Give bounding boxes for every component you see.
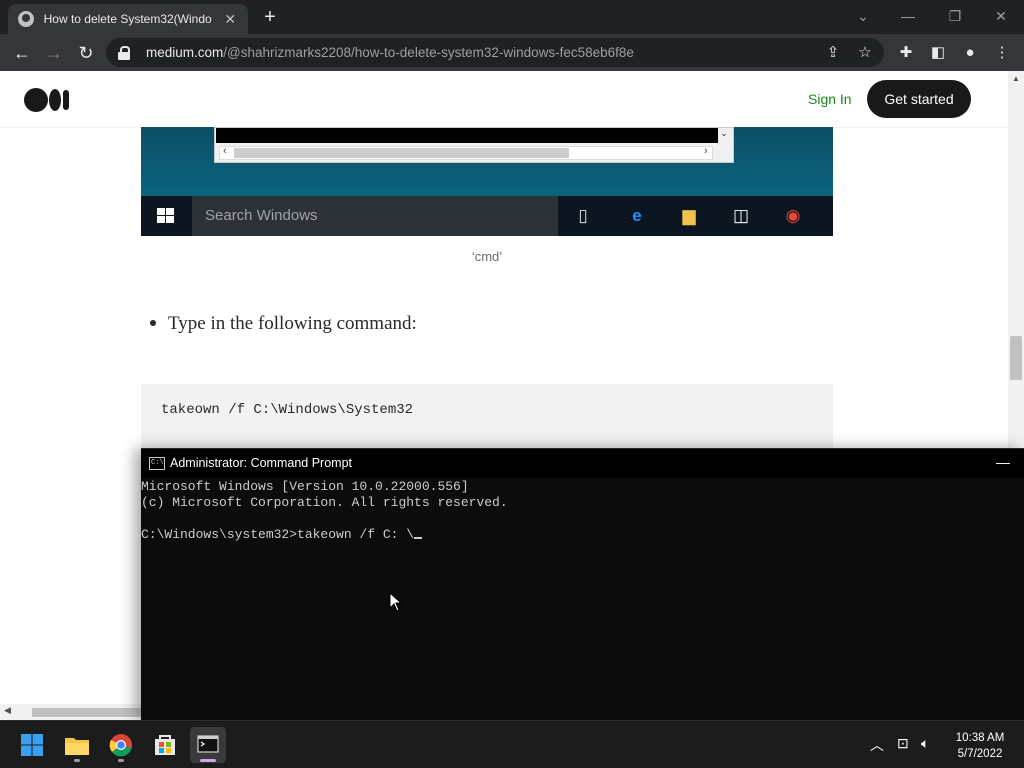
tab-close-icon[interactable]: ✕ [222,11,238,28]
url-text: medium.com/@shahrizmarks2208/how-to-dele… [146,45,634,60]
edge-icon: e [632,206,642,225]
share-icon[interactable]: ⇪ [824,44,842,62]
cmd-input-line[interactable]: C:\Windows\system32>takeown /f C: \ [141,527,1024,543]
image-search-box: Search Windows [192,196,558,236]
windows-taskbar: ︿ ⊡ 🔈︎ 10:38 AM 5/7/2022 [0,720,1024,768]
cmd-prompt-text: C:\Windows\system32>takeown /f C: \ [141,527,415,542]
lock-icon[interactable] [118,45,132,60]
cmd-line [141,511,1024,527]
image-window-fragment: ⌄ ‹ › [214,127,734,163]
extensions-puzzle-icon[interactable]: ✚ [896,43,916,63]
windows-start-icon [21,734,43,756]
code-text: takeown /f C:\Windows\System32 [161,402,414,418]
bullet-item: Type in the following command: [150,313,417,335]
scroll-left-icon[interactable]: ◀ [4,705,11,716]
scroll-up-icon[interactable]: ▲ [1012,74,1020,83]
clock-date: 5/7/2022 [957,748,1003,760]
side-panel-icon[interactable]: ◧ [928,43,948,63]
store-icon: ◫ [732,206,750,225]
terminal-icon [197,735,219,753]
code-block: takeown /f C:\Windows\System32 [141,384,833,454]
bullet-dot [150,319,156,326]
medium-logo[interactable] [24,88,70,112]
sign-in-link[interactable]: Sign In [808,91,852,107]
menu-dots-icon[interactable]: ⋮ [992,43,1012,63]
cmd-line: (c) Microsoft Corporation. All rights re… [141,495,508,510]
clock-time: 10:38 AM [955,732,1005,744]
folder-icon [65,738,89,755]
cmd-taskbar-button[interactable] [190,727,226,763]
image-caption: ‘cmd’ [471,249,503,264]
profile-icon[interactable]: ● [960,43,980,63]
store-taskbar-button[interactable] [147,727,183,763]
windows-logo-icon [157,208,175,224]
globe-icon [18,11,34,27]
reload-button[interactable]: ↻ [73,40,99,66]
medium-header: Sign In Get started [0,71,1008,128]
command-prompt-window[interactable]: C:\ Administrator: Command Prompt — Micr… [141,448,1024,720]
task-view-icon: ▯ [578,206,588,225]
address-bar[interactable]: medium.com/@shahrizmarks2208/how-to-dele… [106,38,884,67]
browser-tab[interactable]: How to delete System32(Windo ✕ [8,4,248,34]
file-explorer-button[interactable] [59,727,95,763]
cmd-line: Microsoft Windows [Version 10.0.22000.55… [141,479,469,494]
chevron-down-icon: ⌄ [720,128,728,138]
taskbar-clock[interactable]: 10:38 AM 5/7/2022 [948,730,1012,762]
horizontal-scrollbar[interactable]: ◀ [0,704,141,720]
new-tab-button[interactable]: + [258,6,282,30]
vertical-scroll-thumb[interactable] [1010,336,1022,380]
cmd-app-icon: C:\ [149,457,165,470]
folder-icon: ▆ [682,206,696,225]
text-cursor [414,537,423,539]
image-taskbar: Search Windows ▯ e ▆ ◫ ◉ [141,196,833,236]
volume-icon[interactable]: 🔈︎ [921,735,929,752]
browser-titlebar: How to delete System32(Windo ✕ + ⌄ — ❐ ✕ [0,0,1024,34]
cmd-minimize-button[interactable]: — [991,453,1015,473]
start-button[interactable] [14,727,50,763]
show-hidden-icons-chevron-icon[interactable]: ︿ [870,735,884,755]
restore-window-button[interactable]: ❐ [940,5,970,27]
back-button[interactable]: ← [9,40,35,66]
horizontal-scroll-thumb[interactable] [32,708,141,717]
browser-toolbar: ← → ↻ medium.com/@shahrizmarks2208/how-t… [0,34,1024,71]
tab-title: How to delete System32(Windo [43,12,212,26]
store-icon [155,735,175,755]
cmd-title: Administrator: Command Prompt [170,456,353,470]
chrome-icon [109,734,132,757]
get-started-button[interactable]: Get started [867,80,971,118]
cmd-console[interactable]: Microsoft Windows [Version 10.0.22000.55… [141,479,1024,719]
bookmark-star-icon[interactable]: ☆ [856,44,874,62]
network-icon[interactable]: ⊡ [897,735,909,752]
chrome-taskbar-button[interactable] [103,727,139,763]
article-image: ⌄ ‹ › Search Windows ▯ e ▆ ◫ ◉ [141,127,833,236]
bullet-text: Type in the following command: [168,313,417,334]
chrome-icon: ◉ [785,206,801,225]
tab-search-icon[interactable]: ⌄ [848,5,878,27]
cmd-titlebar[interactable]: C:\ Administrator: Command Prompt — [141,449,1024,478]
mouse-pointer-icon [389,592,403,612]
close-window-button[interactable]: ✕ [986,5,1016,27]
forward-button[interactable]: → [41,40,67,66]
minimize-window-button[interactable]: — [893,5,923,27]
